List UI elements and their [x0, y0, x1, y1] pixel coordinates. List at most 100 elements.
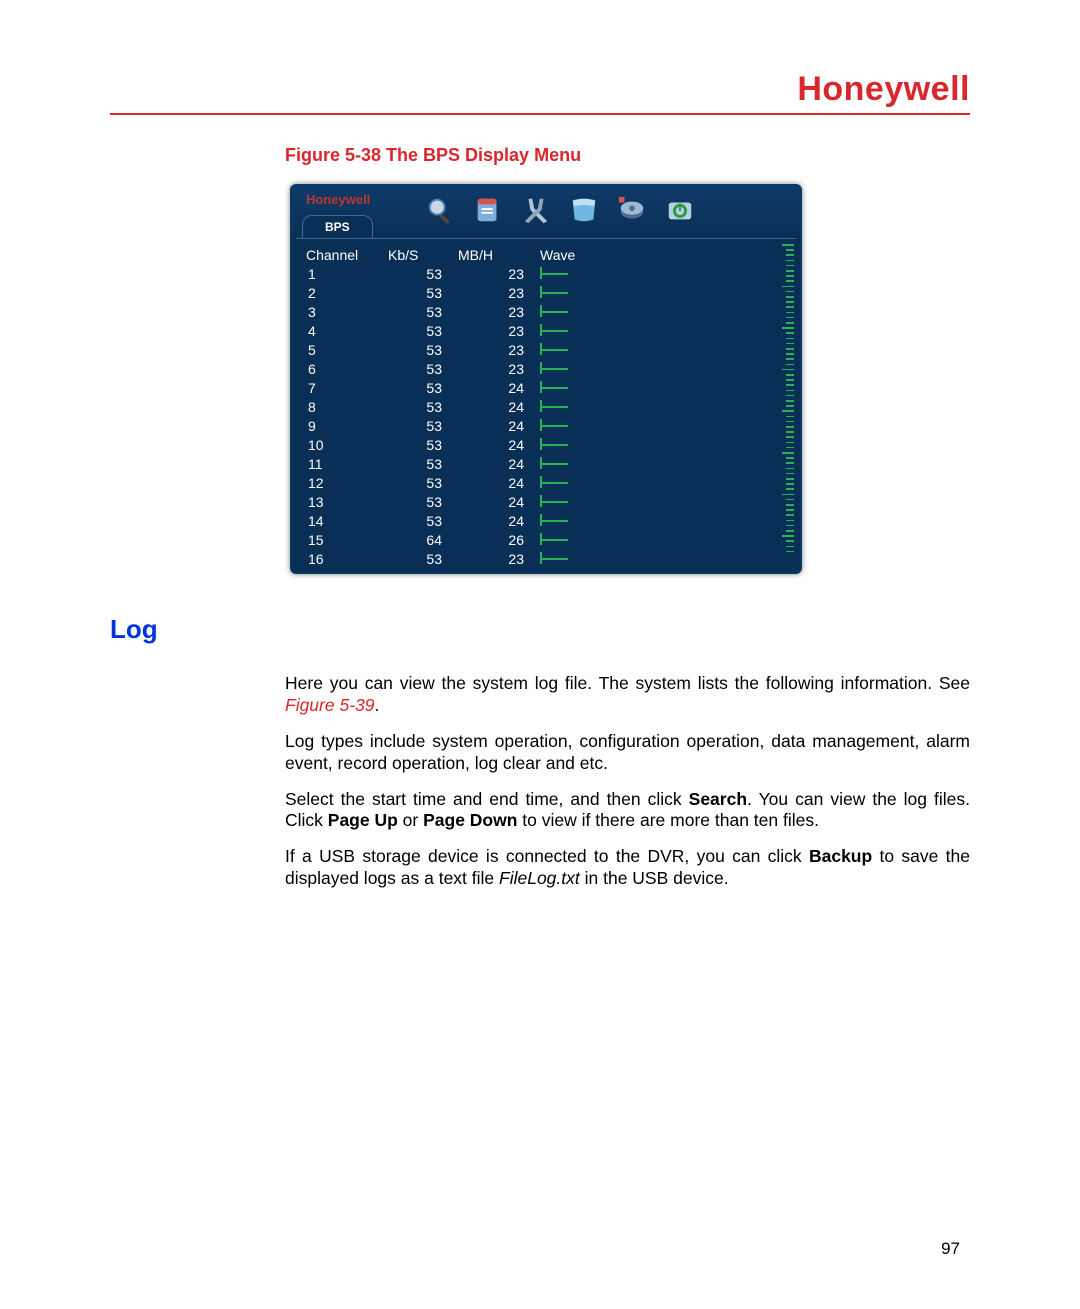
shutdown-icon[interactable]: [662, 192, 698, 228]
cell-channel: 14: [302, 511, 384, 530]
cell-mbh: 23: [454, 359, 536, 378]
wave-scale: [784, 244, 794, 566]
cell-wave: [536, 435, 790, 454]
cell-mbh: 23: [454, 302, 536, 321]
cell-mbh: 23: [454, 264, 536, 283]
p4-d: in the USB device.: [580, 868, 729, 888]
brand-logo: Honeywell: [797, 70, 970, 108]
cell-wave: [536, 549, 790, 568]
p1-a: Here you can view the system log file. T…: [285, 673, 970, 693]
col-mbh: MB/H: [454, 245, 536, 264]
table-row: 75324: [302, 378, 790, 397]
table-row: 156426: [302, 530, 790, 549]
cell-wave: [536, 359, 790, 378]
cell-wave: [536, 473, 790, 492]
bps-table: Channel Kb/S MB/H Wave 15323253233532345…: [302, 245, 790, 568]
cell-mbh: 26: [454, 530, 536, 549]
p3-e: or: [398, 810, 423, 830]
storage-icon[interactable]: [614, 192, 650, 228]
cell-kbs: 53: [384, 378, 454, 397]
table-row: 45323: [302, 321, 790, 340]
cell-wave: [536, 283, 790, 302]
p3-a: Select the start time and end time, and …: [285, 789, 689, 809]
cell-wave: [536, 302, 790, 321]
cell-wave: [536, 511, 790, 530]
cell-wave: [536, 340, 790, 359]
tools-icon[interactable]: [518, 192, 554, 228]
screenshot-brand: Honeywell: [306, 192, 370, 207]
backup-bold: Backup: [809, 846, 872, 866]
cell-channel: 13: [302, 492, 384, 511]
cell-mbh: 23: [454, 283, 536, 302]
cell-mbh: 24: [454, 454, 536, 473]
log-icon[interactable]: [470, 192, 506, 228]
cell-wave: [536, 416, 790, 435]
network-icon[interactable]: [566, 192, 602, 228]
cell-mbh: 24: [454, 473, 536, 492]
cell-kbs: 53: [384, 492, 454, 511]
cell-kbs: 53: [384, 511, 454, 530]
table-row: 35323: [302, 302, 790, 321]
cell-mbh: 24: [454, 492, 536, 511]
page-number: 97: [941, 1239, 960, 1259]
cell-mbh: 24: [454, 435, 536, 454]
file-name: FileLog.txt: [499, 868, 580, 888]
page-header: Honeywell: [110, 70, 970, 109]
cell-kbs: 53: [384, 359, 454, 378]
cell-wave: [536, 492, 790, 511]
figure-ref: Figure 5-39: [285, 695, 375, 715]
cell-channel: 6: [302, 359, 384, 378]
header-rule: [110, 113, 970, 115]
cell-mbh: 24: [454, 397, 536, 416]
pageup-bold: Page Up: [328, 810, 398, 830]
p1-dot: .: [375, 695, 380, 715]
p4-a: If a USB storage device is connected to …: [285, 846, 809, 866]
cell-channel: 15: [302, 530, 384, 549]
cell-mbh: 23: [454, 549, 536, 568]
table-row: 15323: [302, 264, 790, 283]
table-row: 65323: [302, 359, 790, 378]
body-text: Here you can view the system log file. T…: [285, 673, 970, 890]
cell-channel: 1: [302, 264, 384, 283]
bps-screenshot: Honeywell BPS: [290, 184, 802, 574]
cell-channel: 5: [302, 340, 384, 359]
cell-channel: 7: [302, 378, 384, 397]
table-row: 115324: [302, 454, 790, 473]
cell-mbh: 23: [454, 321, 536, 340]
cell-kbs: 53: [384, 321, 454, 340]
table-row: 95324: [302, 416, 790, 435]
cell-channel: 12: [302, 473, 384, 492]
table-row: 125324: [302, 473, 790, 492]
cell-kbs: 53: [384, 264, 454, 283]
cell-kbs: 53: [384, 473, 454, 492]
table-row: 55323: [302, 340, 790, 359]
cell-wave: [536, 378, 790, 397]
cell-kbs: 53: [384, 340, 454, 359]
table-row: 25323: [302, 283, 790, 302]
cell-wave: [536, 530, 790, 549]
figure-caption: Figure 5-38 The BPS Display Menu: [285, 145, 970, 166]
cell-channel: 9: [302, 416, 384, 435]
cell-kbs: 53: [384, 397, 454, 416]
cell-channel: 2: [302, 283, 384, 302]
cell-wave: [536, 454, 790, 473]
bps-tab[interactable]: BPS: [302, 215, 373, 238]
search-icon[interactable]: [422, 192, 458, 228]
cell-wave: [536, 264, 790, 283]
table-row: 105324: [302, 435, 790, 454]
cell-mbh: 23: [454, 340, 536, 359]
p3-g: to view if there are more than ten files…: [517, 810, 819, 830]
cell-kbs: 53: [384, 454, 454, 473]
table-row: 85324: [302, 397, 790, 416]
table-row: 165323: [302, 549, 790, 568]
cell-kbs: 53: [384, 416, 454, 435]
cell-wave: [536, 397, 790, 416]
toolbar: [422, 192, 698, 228]
cell-channel: 11: [302, 454, 384, 473]
cell-channel: 8: [302, 397, 384, 416]
cell-mbh: 24: [454, 511, 536, 530]
cell-channel: 10: [302, 435, 384, 454]
cell-kbs: 53: [384, 283, 454, 302]
col-kbs: Kb/S: [384, 245, 454, 264]
bps-tab-label: BPS: [325, 220, 350, 234]
